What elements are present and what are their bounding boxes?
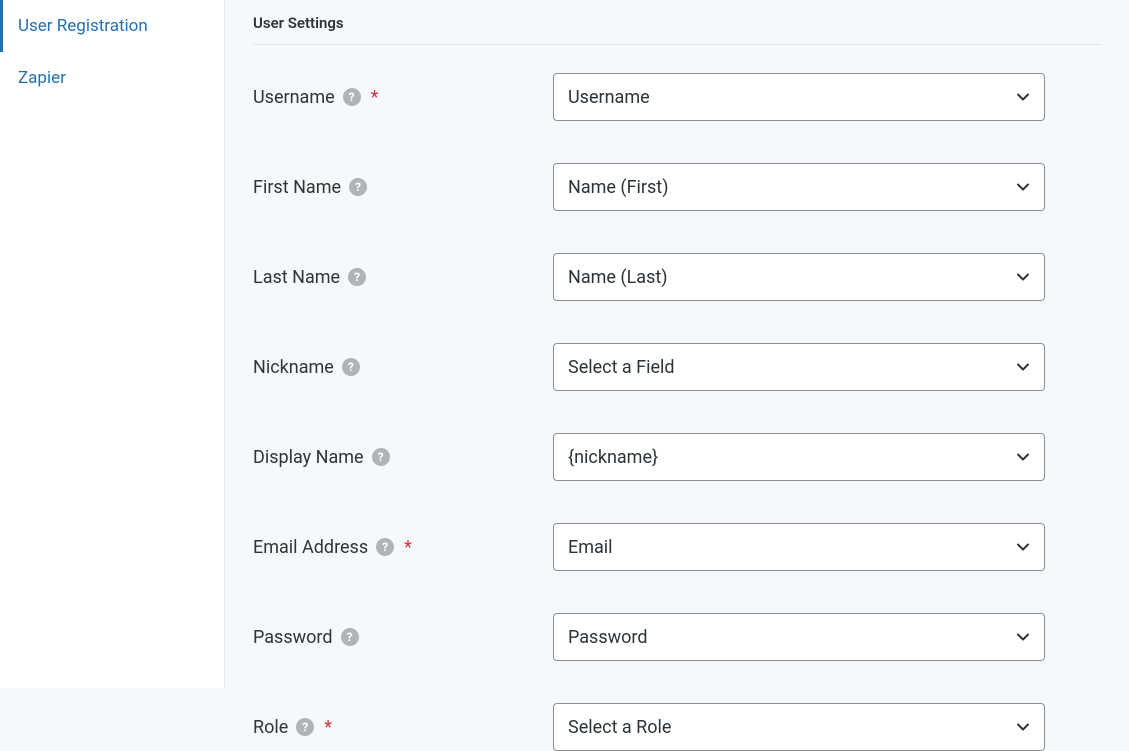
field-row-last-name: Last Name ? Name (Last)	[253, 253, 1101, 301]
field-label: Role ? *	[253, 717, 553, 738]
help-icon[interactable]: ?	[372, 448, 390, 466]
select-display-name[interactable]: {nickname}	[553, 433, 1045, 481]
select-value: Select a Role	[553, 703, 1045, 751]
help-icon[interactable]: ?	[376, 538, 394, 556]
label-text: Display Name	[253, 447, 364, 468]
field-label: First Name ?	[253, 177, 553, 198]
field-label: Last Name ?	[253, 267, 553, 288]
label-text: Password	[253, 627, 333, 648]
field-row-password: Password ? Password	[253, 613, 1101, 661]
sidebar: User Registration Zapier	[0, 0, 225, 688]
select-first-name[interactable]: Name (First)	[553, 163, 1045, 211]
help-icon[interactable]: ?	[341, 628, 359, 646]
field-label: Email Address ? *	[253, 537, 553, 558]
sidebar-item-user-registration[interactable]: User Registration	[0, 0, 224, 52]
select-username[interactable]: Username	[553, 73, 1045, 121]
field-row-role: Role ? * Select a Role	[253, 703, 1101, 751]
sidebar-item-zapier[interactable]: Zapier	[0, 52, 224, 104]
field-row-nickname: Nickname ? Select a Field	[253, 343, 1101, 391]
select-value: Name (First)	[553, 163, 1045, 211]
select-last-name[interactable]: Name (Last)	[553, 253, 1045, 301]
field-row-email: Email Address ? * Email	[253, 523, 1101, 571]
help-icon[interactable]: ?	[349, 178, 367, 196]
select-password[interactable]: Password	[553, 613, 1045, 661]
field-row-username: Username ? * Username	[253, 73, 1101, 121]
field-label: Display Name ?	[253, 447, 553, 468]
sidebar-item-label: User Registration	[18, 16, 148, 36]
required-indicator: *	[324, 717, 332, 738]
help-icon[interactable]: ?	[342, 358, 360, 376]
select-value: Username	[553, 73, 1045, 121]
select-value: Email	[553, 523, 1045, 571]
help-icon[interactable]: ?	[343, 88, 361, 106]
select-nickname[interactable]: Select a Field	[553, 343, 1045, 391]
select-role[interactable]: Select a Role	[553, 703, 1045, 751]
main-panel: User Settings Username ? * Username Firs…	[225, 0, 1129, 688]
select-value: {nickname}	[553, 433, 1045, 481]
field-row-display-name: Display Name ? {nickname}	[253, 433, 1101, 481]
label-text: Email Address	[253, 537, 368, 558]
field-label: Nickname ?	[253, 357, 553, 378]
label-text: First Name	[253, 177, 341, 198]
label-text: Role	[253, 717, 288, 738]
label-text: Last Name	[253, 267, 340, 288]
field-label: Username ? *	[253, 87, 553, 108]
required-indicator: *	[371, 87, 379, 108]
help-icon[interactable]: ?	[348, 268, 366, 286]
sidebar-item-label: Zapier	[18, 68, 66, 88]
section-title: User Settings	[253, 0, 1101, 45]
help-icon[interactable]: ?	[296, 718, 314, 736]
field-row-first-name: First Name ? Name (First)	[253, 163, 1101, 211]
label-text: Nickname	[253, 357, 334, 378]
label-text: Username	[253, 87, 335, 108]
field-label: Password ?	[253, 627, 553, 648]
required-indicator: *	[404, 537, 412, 558]
select-value: Name (Last)	[553, 253, 1045, 301]
select-email[interactable]: Email	[553, 523, 1045, 571]
select-value: Select a Field	[553, 343, 1045, 391]
select-value: Password	[553, 613, 1045, 661]
